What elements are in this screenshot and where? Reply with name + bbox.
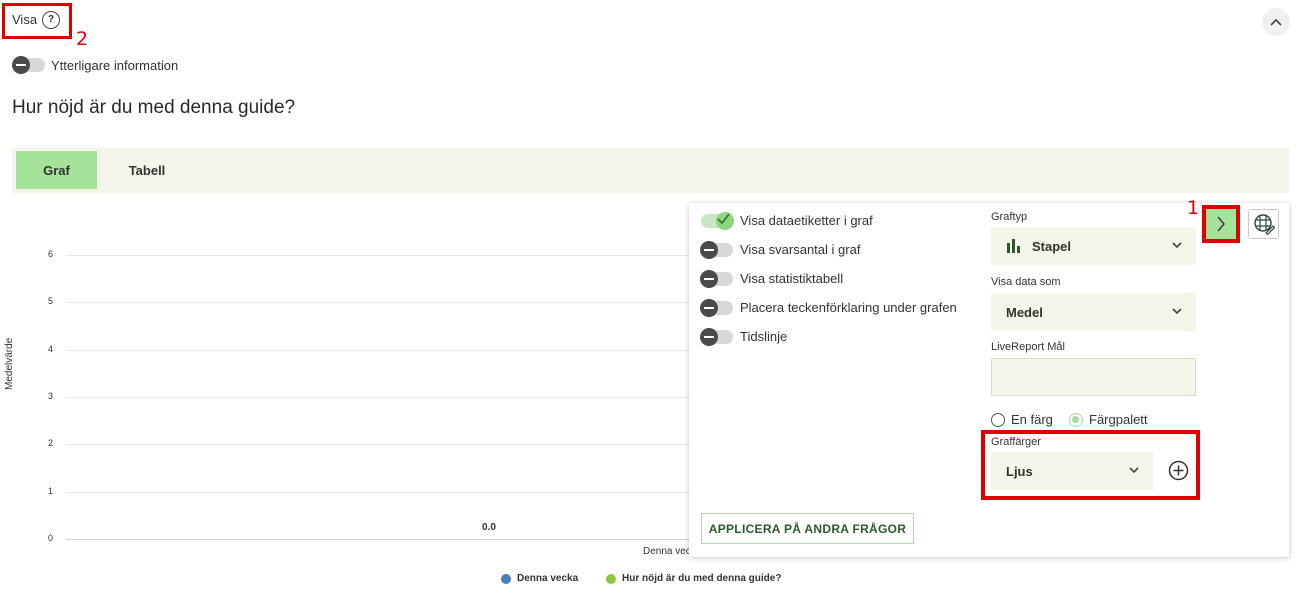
livereport-goal-label: LiveReport Mål [991, 341, 1065, 353]
view-tab-bar: Graf Tabell [12, 148, 1289, 193]
grid-line [66, 397, 706, 398]
toggle-legend-below[interactable] [700, 299, 733, 317]
bar-data-label: 0.0 [482, 522, 496, 533]
legend-label: Denna vecka [517, 573, 579, 584]
table-edit-icon [1253, 214, 1275, 235]
annotation-number-2: 2 [76, 28, 89, 50]
legend-label: Hur nöjd är du med denna guide? [622, 573, 782, 584]
visa-label: Visa [12, 12, 38, 27]
grid-line [66, 255, 706, 256]
y-tick-label: 5 [47, 296, 53, 307]
chevron-right-icon [1217, 216, 1225, 232]
y-tick-label: 4 [47, 343, 53, 354]
grid-line [66, 539, 706, 540]
table-edit-button[interactable] [1248, 209, 1279, 239]
option-label-timeline: Tidslinje [740, 329, 788, 344]
grid-line [66, 302, 706, 304]
extra-info-toggle[interactable] [12, 56, 45, 74]
page-title: Hur nöjd är du med denna guide? [12, 97, 296, 118]
grid-line [66, 491, 706, 493]
option-label-legend-below: Placera teckenförklaring under grafen [740, 300, 957, 315]
chart-settings-panel: Visa dataetiketter i graf Visa svarsanta… [689, 203, 1289, 557]
toggle-statistics-table[interactable] [700, 270, 733, 288]
y-tick-label: 6 [47, 249, 53, 259]
y-axis-label: Medelvärde [4, 337, 15, 390]
legend-item-guide: Hur nöjd är du med denna guide? [606, 573, 781, 584]
annotation-number-1: 1 [1187, 197, 1200, 219]
grid-line [66, 444, 706, 446]
graph-colors-select[interactable]: Ljus [991, 452, 1153, 490]
tab-tabell[interactable]: Tabell [104, 151, 190, 189]
plus-circle-icon[interactable] [1168, 460, 1189, 481]
option-label-response-count: Visa svarsantal i graf [740, 242, 861, 257]
y-tick-label: 0 [47, 533, 53, 543]
graph-colors-value: Ljus [1006, 463, 1033, 479]
show-data-as-select[interactable]: Medel [991, 293, 1196, 331]
show-data-as-label: Visa data som [991, 276, 1061, 288]
show-data-as-value: Medel [1006, 304, 1043, 320]
option-label-statistics-table: Visa statistiktabell [740, 271, 844, 286]
collapse-button[interactable] [1262, 8, 1290, 36]
help-icon[interactable]: ? [42, 11, 60, 29]
chevron-down-icon [1172, 242, 1182, 249]
y-tick-label: 3 [47, 391, 53, 401]
livereport-goal-input[interactable] [991, 358, 1196, 396]
y-tick-label: 1 [47, 485, 53, 496]
radio-one-color[interactable] [991, 413, 1005, 427]
check-icon [717, 213, 730, 225]
graph-type-label: Graftyp [991, 211, 1028, 223]
next-button[interactable] [1206, 209, 1236, 239]
radio-one-color-label: En färg [1011, 412, 1053, 427]
bar-chart-icon [1007, 239, 1020, 253]
radio-palette-label: Färgpalett [1089, 412, 1148, 427]
option-label-data-labels: Visa dataetiketter i graf [740, 213, 873, 228]
toggle-data-labels[interactable] [701, 212, 734, 230]
toggle-response-count[interactable] [700, 241, 733, 259]
extra-info-label: Ytterligare information [51, 58, 179, 73]
apply-to-other-questions-button[interactable]: APPLICERA PÅ ANDRA FRÅGOR [701, 513, 914, 544]
grid-line [66, 349, 706, 351]
legend-dot [501, 573, 511, 584]
graph-type-select[interactable]: Stapel [991, 227, 1196, 265]
chevron-up-icon [1270, 18, 1282, 26]
tab-graf[interactable]: Graf [16, 151, 97, 189]
graph-type-value: Stapel [1032, 238, 1072, 254]
graph-colors-label: Graffärger [991, 436, 1041, 448]
chevron-down-icon [1129, 467, 1139, 474]
legend-item-denna-vecka: Denna vecka [501, 573, 578, 584]
radio-palette[interactable] [1069, 413, 1083, 427]
chevron-down-icon [1172, 308, 1182, 315]
x-tick-label: Denna vec [643, 546, 691, 557]
toggle-timeline[interactable] [700, 328, 733, 346]
legend-dot [606, 573, 616, 584]
y-tick-label: 2 [47, 438, 53, 449]
